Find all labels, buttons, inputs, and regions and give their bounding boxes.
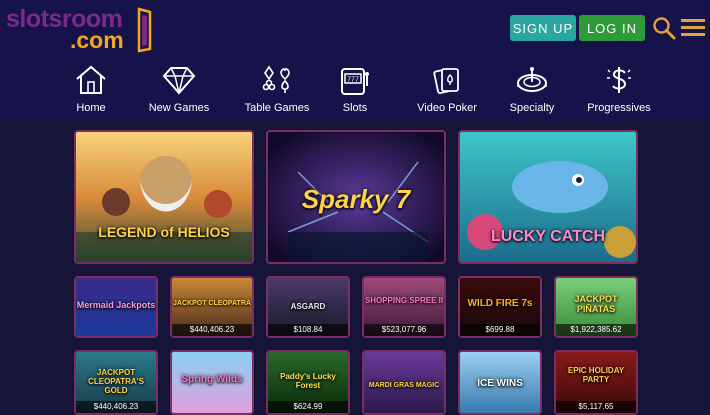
jackpot-amount: $523,077.96 — [364, 324, 444, 336]
game-tile[interactable]: JACKPOT PIÑATAS $1,922,385.62 — [554, 276, 638, 338]
nav-video-poker[interactable]: Video Poker — [409, 64, 485, 122]
nav-slots[interactable]: 777 Slots — [335, 64, 375, 122]
game-tile[interactable]: WILD FIRE 7s $699.88 — [458, 276, 542, 338]
nav-label: New Games — [148, 102, 210, 114]
nav-label: Slots — [342, 102, 368, 114]
nav-label: Video Poker — [417, 102, 477, 114]
signup-button[interactable]: SIGN UP — [510, 15, 576, 41]
dollar-icon — [607, 67, 631, 93]
jackpot-amount: $699.88 — [460, 324, 540, 336]
featured-game-tile[interactable]: LEGEND of HELIOS — [74, 130, 254, 264]
game-tile[interactable]: SHOPPING SPREE II $523,077.96 — [362, 276, 446, 338]
jackpot-amount: $5,117.65 — [556, 401, 636, 413]
search-icon[interactable] — [652, 16, 676, 40]
game-artwork — [76, 132, 252, 262]
diamond-icon — [162, 67, 196, 95]
menu-icon[interactable] — [681, 19, 705, 37]
game-title: MARDI GRAS MAGIC — [368, 382, 440, 389]
roulette-icon — [517, 67, 547, 92]
logo-emblem-icon — [137, 7, 152, 53]
card-suits-icon — [262, 65, 290, 93]
game-title: Sparky 7 — [301, 184, 411, 214]
game-tile[interactable]: Mermaid Jackpots — [74, 276, 158, 338]
game-title: Mermaid Jackpots — [76, 300, 156, 310]
nav-table-games[interactable]: Table Games — [235, 64, 319, 122]
nav-label: Specialty — [509, 102, 555, 114]
game-title: Paddy's Lucky Forest — [280, 372, 336, 390]
game-title: JACKPOT CLEOPATRA'S GOLD — [88, 368, 144, 395]
login-button[interactable]: LOG IN — [579, 15, 645, 41]
game-title: LEGEND of HELIOS — [98, 224, 230, 240]
game-title: ICE WINS — [477, 378, 523, 389]
game-tile[interactable]: JACKPOT CLEOPATRA $440,406.23 — [170, 276, 254, 338]
jackpot-amount: $440,406.23 — [76, 401, 156, 413]
nav-label: Table Games — [244, 102, 310, 114]
game-tile[interactable]: ASGARD $108.84 — [266, 276, 350, 338]
nav-new-games[interactable]: New Games — [143, 64, 215, 122]
game-title: ASGARD — [290, 302, 326, 311]
game-tile[interactable]: MARDI GRAS MAGIC — [362, 350, 446, 415]
site-header: slotsroom .com SIGN UP LOG IN Home New G… — [0, 0, 710, 122]
game-title: Spring Wilds — [181, 374, 243, 385]
featured-game-tile[interactable]: LUCKY CATCH — [458, 130, 638, 264]
nav-home[interactable]: Home — [65, 64, 117, 122]
game-tile[interactable]: Paddy's Lucky Forest $624.99 — [266, 350, 350, 415]
nav-progressives[interactable]: Progressives — [587, 64, 651, 122]
home-icon — [76, 65, 106, 94]
jackpot-amount: $440,406.23 — [172, 324, 252, 336]
playing-cards-icon — [433, 68, 459, 94]
site-logo[interactable]: slotsroom .com — [6, 5, 156, 55]
game-tile[interactable]: ICE WINS — [458, 350, 542, 415]
game-title: JACKPOT CLEOPATRA — [173, 300, 251, 307]
featured-game-tile[interactable]: Sparky 7 — [266, 130, 446, 264]
game-tile[interactable]: EPIC HOLIDAY PARTY $5,117.65 — [554, 350, 638, 415]
jackpot-amount: $624.99 — [268, 401, 348, 413]
game-title: JACKPOT PIÑATAS — [574, 294, 618, 314]
nav-label: Home — [76, 102, 106, 114]
game-tile[interactable]: Spring Wilds — [170, 350, 254, 415]
game-title: EPIC HOLIDAY PARTY — [567, 366, 625, 384]
nav-specialty[interactable]: Specialty — [507, 64, 557, 122]
svg-text:777: 777 — [347, 77, 359, 84]
jackpot-amount: $1,922,385.62 — [556, 324, 636, 336]
slot-machine-icon: 777 — [341, 68, 369, 95]
jackpot-amount: $108.84 — [268, 324, 348, 336]
logo-text-bottom: .com — [70, 27, 124, 53]
category-nav: Home New Games Table Games 777 Slots Vid… — [55, 64, 685, 122]
game-tile[interactable]: JACKPOT CLEOPATRA'S GOLD $440,406.23 — [74, 350, 158, 415]
nav-label: Progressives — [587, 102, 651, 114]
game-title: LUCKY CATCH — [490, 228, 606, 245]
game-title: SHOPPING SPREE II — [364, 296, 444, 305]
game-title: WILD FIRE 7s — [467, 298, 533, 309]
